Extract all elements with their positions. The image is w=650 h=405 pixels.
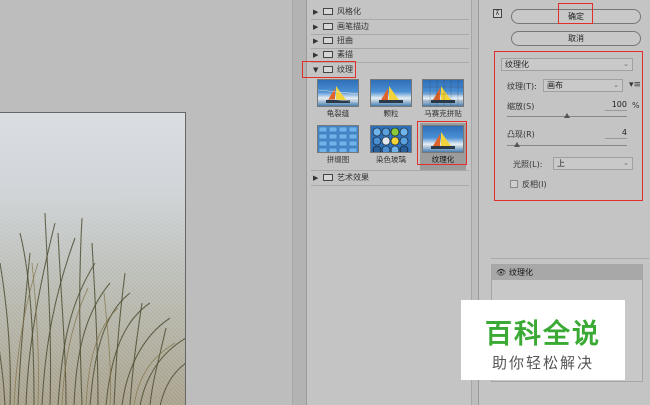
watermark-subtitle: 助你轻松解决	[491, 354, 594, 372]
scaling-label: 缩放(S)	[507, 102, 535, 111]
category-label: 风格化	[337, 7, 361, 16]
highlight-box	[494, 51, 643, 201]
expand-arrow-icon[interactable]: ▶	[313, 51, 321, 59]
preview-image	[0, 112, 186, 405]
light-select[interactable]: 上 ⌄	[553, 157, 633, 170]
sailboat-thumb	[318, 86, 358, 103]
divider	[311, 185, 469, 186]
eye-icon[interactable]: 👁	[496, 268, 506, 277]
category-distort[interactable]: ▶ 扭曲	[307, 34, 471, 47]
watermark-logo: 百科全说 助你轻松解决	[461, 300, 625, 380]
expand-arrow-icon[interactable]: ▶	[313, 37, 321, 45]
collapse-icon[interactable]: ⊼	[493, 9, 502, 18]
scaling-input[interactable]: 100	[605, 100, 627, 111]
filter-thumb-label: 纹理化	[431, 155, 455, 164]
sailboat-thumb	[423, 80, 463, 106]
filter-thumb-label: 颗粒	[383, 109, 399, 118]
relief-input[interactable]: 4	[605, 128, 627, 139]
scaling-unit: %	[632, 101, 640, 110]
expand-arrow-icon[interactable]: ▶	[313, 8, 321, 16]
filter-layer-row[interactable]: 👁 纹理化	[492, 265, 642, 280]
filter-thumb-texturizer[interactable]: 纹理化	[420, 123, 466, 171]
texture-label: 纹理(T):	[507, 82, 537, 91]
folder-icon	[323, 23, 333, 30]
light-value: 上	[557, 159, 565, 168]
collapse-arrow-icon[interactable]: ▼	[313, 66, 321, 74]
divider	[491, 258, 649, 259]
stained-glass-thumb	[372, 127, 409, 152]
thumb-image	[422, 79, 464, 107]
chevron-down-icon: ⌄	[623, 60, 629, 68]
category-stylize[interactable]: ▶ 风格化	[307, 5, 471, 18]
filter-thumb-label: 拼缀图	[326, 155, 350, 164]
folder-icon	[323, 174, 333, 181]
thumb-image	[317, 125, 359, 153]
filter-type-value: 纹理化	[505, 60, 529, 69]
filter-thumb-stained-glass[interactable]: 染色玻璃	[368, 123, 414, 171]
thumb-image	[317, 79, 359, 107]
cancel-button[interactable]: 取消	[511, 31, 641, 46]
category-label: 扭曲	[337, 36, 353, 45]
ok-button[interactable]: 确定	[511, 9, 641, 24]
filter-thumb-label: 染色玻璃	[376, 155, 406, 164]
expand-arrow-icon[interactable]: ▶	[313, 174, 321, 182]
thumb-image	[422, 125, 464, 153]
preview-canvas[interactable]	[0, 0, 306, 405]
category-sketch[interactable]: ▶ 素描	[307, 48, 471, 61]
texture-value: 画布	[547, 81, 563, 90]
category-label: 素描	[337, 50, 353, 59]
category-label: 艺术效果	[337, 173, 369, 182]
sailboat-thumb	[379, 86, 403, 103]
light-label: 光照(L):	[513, 160, 543, 169]
category-texture[interactable]: ▼ 纹理	[307, 63, 471, 76]
preview-scrollbar[interactable]	[292, 0, 306, 405]
category-label: 画笔描边	[337, 22, 369, 31]
category-artistic[interactable]: ▶ 艺术效果	[307, 171, 471, 184]
filter-thumb-label: 马赛克拼贴	[424, 109, 462, 118]
invert-checkbox[interactable]	[510, 180, 518, 188]
category-brush-strokes[interactable]: ▶ 画笔描边	[307, 20, 471, 33]
folder-open-icon	[323, 66, 333, 73]
folder-icon	[323, 8, 333, 15]
filter-thumb-mosaic-tiles[interactable]: 马赛克拼贴	[420, 77, 466, 125]
sailboat-thumb	[431, 132, 455, 149]
watermark-title: 百科全说	[485, 319, 601, 350]
relief-label: 凸现(R)	[507, 130, 535, 139]
filter-thumb-craquelure[interactable]: 龟裂缝	[315, 77, 361, 125]
texture-menu-icon[interactable]: ▾≡	[629, 80, 641, 90]
filter-thumb-patchwork[interactable]: 拼缀图	[315, 123, 361, 171]
chevron-down-icon: ⌄	[623, 159, 629, 167]
texture-select[interactable]: 画布 ⌄	[543, 79, 623, 92]
invert-label: 反相(I)	[522, 180, 547, 189]
thumb-image	[370, 125, 412, 153]
filter-gallery: ▶ 风格化 ▶ 画笔描边 ▶ 扭曲 ▶ 素描 ▼ 纹理 龟裂缝 颗粒 马赛克拼贴…	[302, 0, 479, 405]
filter-layer-name: 纹理化	[509, 268, 533, 277]
folder-icon	[323, 37, 333, 44]
grass-photo	[0, 113, 185, 405]
relief-slider-handle[interactable]	[513, 142, 520, 147]
patchwork-thumb	[318, 126, 358, 152]
filter-type-select[interactable]: 纹理化 ⌄	[501, 58, 633, 71]
expand-arrow-icon[interactable]: ▶	[313, 23, 321, 31]
scaling-slider-handle[interactable]	[564, 113, 570, 118]
folder-icon	[323, 51, 333, 58]
category-label: 纹理	[337, 65, 353, 74]
chevron-down-icon: ⌄	[613, 81, 619, 89]
relief-slider-track[interactable]	[507, 145, 627, 146]
thumb-image	[370, 79, 412, 107]
filter-thumb-label: 龟裂缝	[326, 109, 350, 118]
filter-thumb-grain[interactable]: 颗粒	[368, 77, 414, 125]
